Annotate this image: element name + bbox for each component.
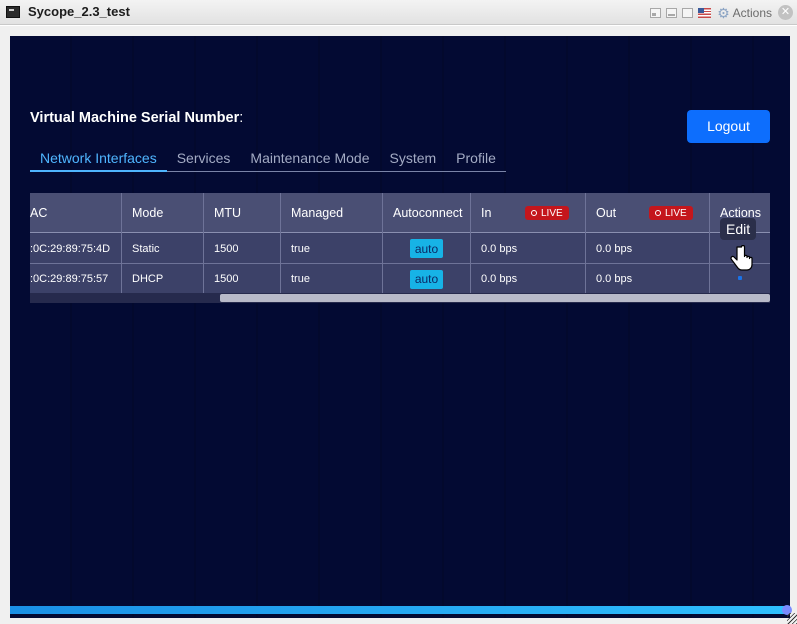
cell-mac: :0C:29:89:75:4D bbox=[30, 242, 111, 255]
vm-screen: Virtual Machine Serial Number: Logout Ne… bbox=[10, 36, 792, 618]
live-dot-icon bbox=[531, 210, 537, 216]
terminal-icon bbox=[6, 6, 20, 18]
tab-services[interactable]: Services bbox=[167, 148, 241, 172]
autoconnect-badge[interactable]: auto bbox=[410, 269, 443, 289]
logout-button[interactable]: Logout bbox=[687, 110, 770, 143]
column-divider bbox=[585, 193, 586, 293]
serial-number-colon: : bbox=[239, 110, 244, 126]
maximize-icon[interactable] bbox=[682, 7, 694, 18]
column-divider bbox=[280, 193, 281, 293]
column-header-managed[interactable]: Managed bbox=[281, 193, 343, 232]
gear-icon[interactable]: ⚙ bbox=[717, 6, 730, 20]
live-badge-in[interactable]: LIVE bbox=[525, 206, 569, 220]
tab-maintenance-mode[interactable]: Maintenance Mode bbox=[240, 148, 379, 172]
serial-number-text: Virtual Machine Serial Number bbox=[30, 110, 240, 126]
tab-system[interactable]: System bbox=[379, 148, 446, 172]
autoconnect-badge[interactable]: auto bbox=[410, 239, 443, 258]
cell-in: 0.0 bps bbox=[481, 242, 518, 255]
resize-grip-icon[interactable] bbox=[787, 613, 797, 624]
window-controls: ⚙ Actions ✕ bbox=[650, 0, 797, 25]
window-title: Sycope_2.3_test bbox=[28, 4, 130, 19]
table-row: :0C:29:89:75:4D Static 1500 true auto 0.… bbox=[30, 234, 770, 264]
tab-network-interfaces[interactable]: Network Interfaces bbox=[30, 148, 167, 172]
cell-mac: :0C:29:89:75:57 bbox=[30, 273, 109, 285]
vm-frame: Virtual Machine Serial Number: Logout Ne… bbox=[0, 26, 797, 624]
cell-managed: true bbox=[291, 242, 310, 255]
us-flag-icon[interactable] bbox=[698, 7, 712, 18]
column-header-mac[interactable]: AC bbox=[30, 193, 47, 232]
hand-cursor-icon bbox=[730, 245, 753, 271]
column-divider bbox=[121, 193, 122, 293]
cell-mode: Static bbox=[132, 242, 160, 255]
table-header: AC Mode MTU Managed Autoconnect In LIVE … bbox=[30, 193, 770, 233]
live-dot-icon bbox=[655, 210, 661, 216]
cell-mode: DHCP bbox=[132, 273, 164, 285]
column-header-autoconnect[interactable]: Autoconnect bbox=[383, 193, 463, 232]
column-divider bbox=[382, 193, 383, 293]
cell-mtu: 1500 bbox=[214, 273, 239, 285]
tab-bar: Network Interfaces Services Maintenance … bbox=[30, 148, 506, 172]
cell-autoconnect: auto bbox=[410, 264, 443, 294]
live-badge-out[interactable]: LIVE bbox=[649, 206, 693, 220]
bottom-progress-bar bbox=[10, 606, 790, 614]
interfaces-table: AC Mode MTU Managed Autoconnect In LIVE … bbox=[30, 193, 770, 303]
column-header-in[interactable]: In bbox=[471, 193, 491, 232]
live-badge-in-label: LIVE bbox=[541, 207, 563, 219]
minimize-icon[interactable] bbox=[666, 7, 678, 18]
column-header-out[interactable]: Out bbox=[586, 193, 616, 232]
edit-tooltip: Edit bbox=[720, 218, 757, 240]
restore-icon[interactable] bbox=[650, 7, 662, 18]
cell-in: 0.0 bps bbox=[481, 273, 518, 285]
cell-managed: true bbox=[291, 273, 310, 285]
live-badge-out-label: LIVE bbox=[665, 207, 687, 219]
column-header-mode[interactable]: Mode bbox=[122, 193, 163, 232]
column-divider bbox=[470, 193, 471, 293]
cell-autoconnect: auto bbox=[410, 234, 443, 263]
cell-out: 0.0 bps bbox=[596, 242, 633, 255]
column-header-mtu[interactable]: MTU bbox=[204, 193, 241, 232]
horizontal-scrollbar-thumb[interactable] bbox=[220, 294, 770, 302]
cell-mtu: 1500 bbox=[214, 242, 239, 255]
edit-action-icon[interactable] bbox=[738, 276, 742, 280]
window-titlebar: Sycope_2.3_test ⚙ Actions ✕ bbox=[0, 0, 797, 25]
cell-out: 0.0 bps bbox=[596, 273, 633, 285]
close-icon[interactable]: ✕ bbox=[778, 5, 793, 20]
column-divider bbox=[203, 193, 204, 293]
serial-number-label: Virtual Machine Serial Number: bbox=[30, 110, 243, 126]
tab-profile[interactable]: Profile bbox=[446, 148, 506, 172]
actions-menu[interactable]: Actions bbox=[733, 6, 772, 20]
table-row: :0C:29:89:75:57 DHCP 1500 true auto 0.0 … bbox=[30, 264, 770, 294]
column-divider bbox=[709, 193, 710, 293]
